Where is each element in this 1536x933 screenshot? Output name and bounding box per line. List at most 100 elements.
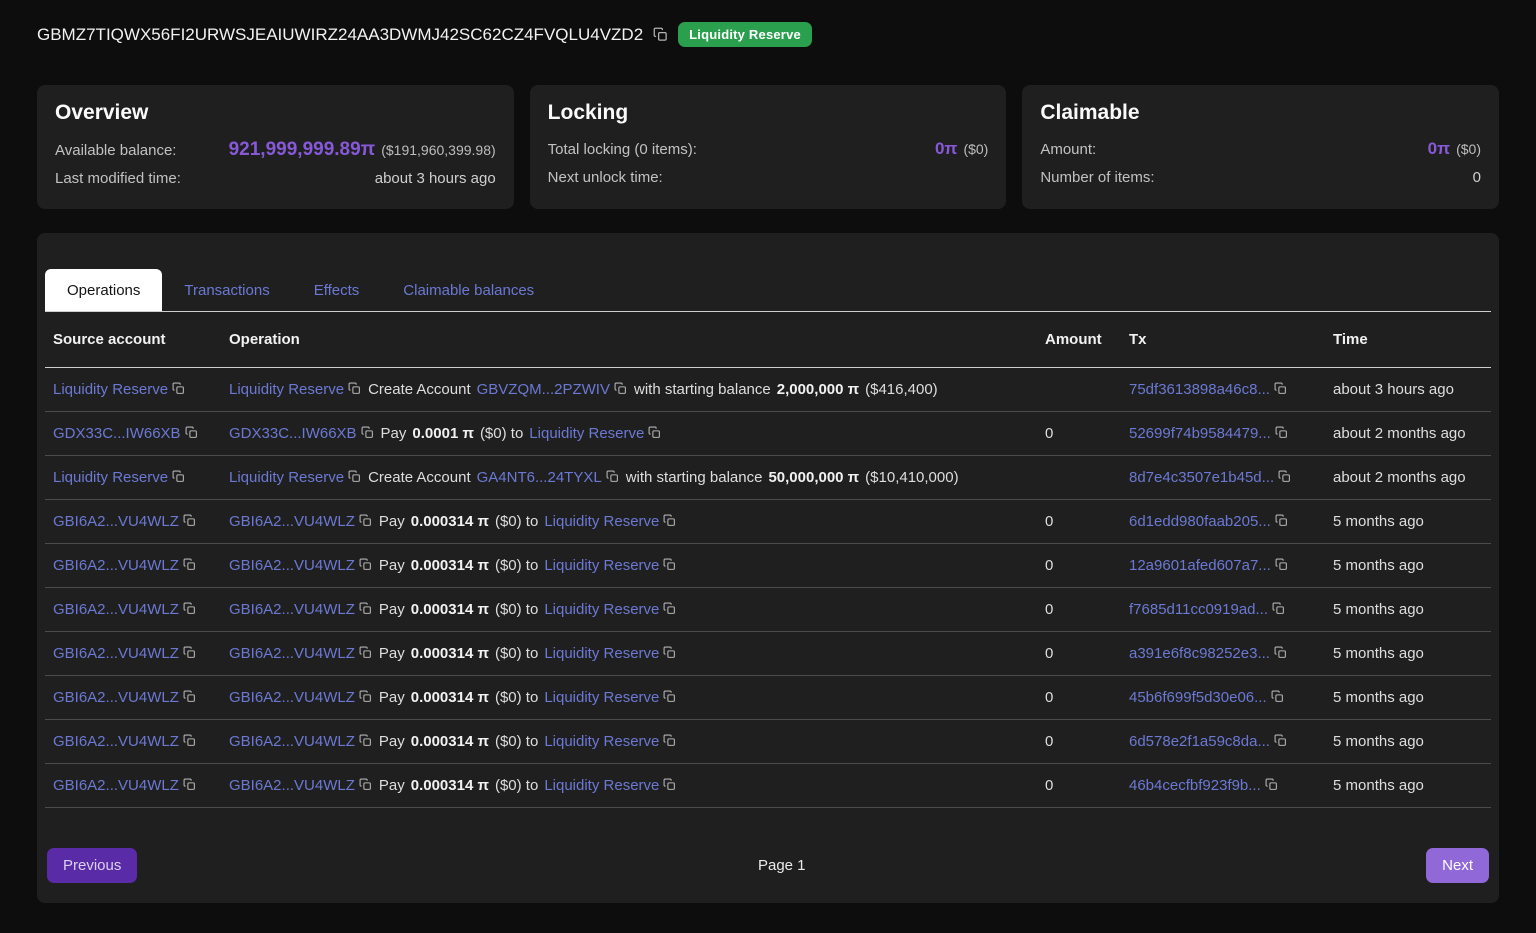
tab-effects[interactable]: Effects — [292, 269, 382, 311]
copy-icon[interactable] — [183, 646, 196, 659]
tab-operations[interactable]: Operations — [45, 269, 162, 311]
copy-icon[interactable] — [606, 470, 619, 483]
previous-button[interactable]: Previous — [47, 848, 137, 883]
operation-account-link[interactable]: Liquidity Reserve — [229, 469, 344, 486]
copy-icon[interactable] — [1274, 382, 1287, 395]
next-button[interactable]: Next — [1426, 848, 1489, 883]
tx-link[interactable]: 8d7e4c3507e1b45d... — [1129, 469, 1274, 486]
operation-cell: GDX33C...IW66XBPay0.0001 π($0) toLiquidi… — [221, 412, 1037, 456]
copy-icon[interactable] — [348, 470, 361, 483]
source-account-link[interactable]: GBI6A2...VU4WLZ — [53, 601, 179, 618]
tx-link[interactable]: 75df3613898a46c8... — [1129, 381, 1270, 398]
tab-transactions[interactable]: Transactions — [162, 269, 291, 311]
claimable-items-value: 0 — [1473, 169, 1481, 186]
copy-icon[interactable] — [614, 382, 627, 395]
tx-link[interactable]: f7685d11cc0919ad... — [1129, 601, 1268, 618]
operation-cell: Liquidity ReserveCreate AccountGA4NT6...… — [221, 456, 1037, 500]
operation-account-link[interactable]: GA4NT6...24TYXL — [477, 469, 602, 486]
copy-icon[interactable] — [1265, 778, 1278, 791]
operation-account-link[interactable]: GBI6A2...VU4WLZ — [229, 601, 355, 618]
copy-icon[interactable] — [1275, 426, 1288, 439]
copy-icon[interactable] — [183, 778, 196, 791]
tab-claimable-balances[interactable]: Claimable balances — [381, 269, 556, 311]
operation-account-link[interactable]: Liquidity Reserve — [229, 381, 344, 398]
copy-icon[interactable] — [1278, 470, 1291, 483]
overview-card: Overview Available balance: 921,999,999.… — [37, 85, 514, 209]
copy-icon[interactable] — [183, 558, 196, 571]
copy-icon[interactable] — [648, 426, 661, 439]
copy-icon[interactable] — [1275, 558, 1288, 571]
source-account-link[interactable]: Liquidity Reserve — [53, 381, 168, 398]
tx-link[interactable]: 6d578e2f1a59c8da... — [1129, 733, 1270, 750]
source-cell: GBI6A2...VU4WLZ — [45, 500, 221, 544]
copy-icon[interactable] — [359, 558, 372, 571]
operation-account-link[interactable]: GBI6A2...VU4WLZ — [229, 777, 355, 794]
copy-icon[interactable] — [359, 778, 372, 791]
operation-account-link[interactable]: Liquidity Reserve — [544, 601, 659, 618]
copy-icon[interactable] — [172, 470, 185, 483]
tx-link[interactable]: 45b6f699f5d30e06... — [1129, 689, 1267, 706]
copy-icon[interactable] — [183, 602, 196, 615]
tx-link[interactable]: 6d1edd980faab205... — [1129, 513, 1271, 530]
copy-icon[interactable] — [663, 690, 676, 703]
copy-icon[interactable] — [359, 690, 372, 703]
copy-icon[interactable] — [185, 426, 198, 439]
copy-icon[interactable] — [663, 602, 676, 615]
operation-account-link[interactable]: Liquidity Reserve — [544, 777, 659, 794]
source-account-link[interactable]: GBI6A2...VU4WLZ — [53, 733, 179, 750]
tx-link[interactable]: 52699f74b9584479... — [1129, 425, 1271, 442]
copy-icon[interactable] — [1275, 514, 1288, 527]
copy-icon[interactable] — [1272, 602, 1285, 615]
source-account-link[interactable]: GBI6A2...VU4WLZ — [53, 513, 179, 530]
source-account-link[interactable]: GBI6A2...VU4WLZ — [53, 689, 179, 706]
operation-account-link[interactable]: GBI6A2...VU4WLZ — [229, 689, 355, 706]
operation-account-link[interactable]: Liquidity Reserve — [529, 425, 644, 442]
tx-link[interactable]: 12a9601afed607a7... — [1129, 557, 1271, 574]
copy-icon[interactable] — [663, 734, 676, 747]
copy-icon[interactable] — [663, 778, 676, 791]
copy-icon[interactable] — [359, 602, 372, 615]
operation-text: Pay — [379, 777, 405, 794]
copy-icon[interactable] — [1274, 734, 1287, 747]
operation-account-link[interactable]: GBVZQM...2PZWIV — [477, 381, 610, 398]
copy-icon[interactable] — [359, 514, 372, 527]
copy-icon[interactable] — [183, 734, 196, 747]
copy-icon[interactable] — [663, 558, 676, 571]
claimable-card: Claimable Amount: 0π ($0) Number of item… — [1022, 85, 1499, 209]
copy-icon[interactable] — [1271, 690, 1284, 703]
operation-account-link[interactable]: Liquidity Reserve — [544, 689, 659, 706]
operation-text: Pay — [381, 425, 407, 442]
copy-icon[interactable] — [653, 27, 668, 42]
copy-icon[interactable] — [359, 646, 372, 659]
source-account-link[interactable]: GBI6A2...VU4WLZ — [53, 777, 179, 794]
operation-text: ($0) to — [495, 601, 538, 618]
copy-icon[interactable] — [348, 382, 361, 395]
tx-link[interactable]: a391e6f8c98252e3... — [1129, 645, 1270, 662]
tx-link[interactable]: 46b4cecfbf923f9b... — [1129, 777, 1261, 794]
operation-cell: GBI6A2...VU4WLZPay0.000314 π($0) toLiqui… — [221, 720, 1037, 764]
copy-icon[interactable] — [663, 514, 676, 527]
operation-account-link[interactable]: GBI6A2...VU4WLZ — [229, 557, 355, 574]
overview-title: Overview — [55, 101, 496, 125]
amount-cell: 0 — [1037, 544, 1121, 588]
copy-icon[interactable] — [361, 426, 374, 439]
operation-account-link[interactable]: Liquidity Reserve — [544, 557, 659, 574]
operation-account-link[interactable]: Liquidity Reserve — [544, 513, 659, 530]
copy-icon[interactable] — [172, 382, 185, 395]
source-account-link[interactable]: GBI6A2...VU4WLZ — [53, 557, 179, 574]
operation-account-link[interactable]: GBI6A2...VU4WLZ — [229, 645, 355, 662]
copy-icon[interactable] — [183, 514, 196, 527]
source-account-link[interactable]: GBI6A2...VU4WLZ — [53, 645, 179, 662]
operation-account-link[interactable]: GBI6A2...VU4WLZ — [229, 513, 355, 530]
copy-icon[interactable] — [1274, 646, 1287, 659]
source-account-link[interactable]: Liquidity Reserve — [53, 469, 168, 486]
copy-icon[interactable] — [663, 646, 676, 659]
copy-icon[interactable] — [183, 690, 196, 703]
source-account-link[interactable]: GDX33C...IW66XB — [53, 425, 181, 442]
operation-account-link[interactable]: Liquidity Reserve — [544, 645, 659, 662]
operation-account-link[interactable]: Liquidity Reserve — [544, 733, 659, 750]
operation-account-link[interactable]: GDX33C...IW66XB — [229, 425, 357, 442]
operation-account-link[interactable]: GBI6A2...VU4WLZ — [229, 733, 355, 750]
copy-icon[interactable] — [359, 734, 372, 747]
header-amount: Amount — [1037, 312, 1121, 368]
